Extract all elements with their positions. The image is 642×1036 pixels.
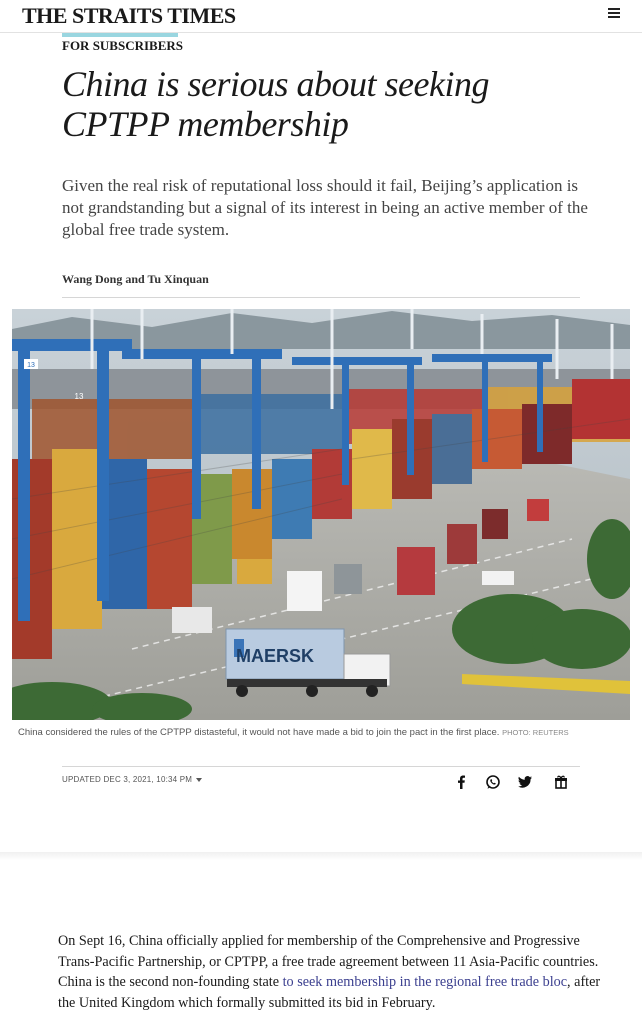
updated-timestamp[interactable]: UPDATED DEC 3, 2021, 10:34 PM xyxy=(62,775,203,784)
chevron-down-icon[interactable] xyxy=(196,777,203,782)
gift-icon[interactable] xyxy=(553,774,569,790)
site-logo[interactable]: THE STRAITS TIMES xyxy=(22,3,236,29)
updated-text: UPDATED DEC 3, 2021, 10:34 PM xyxy=(62,775,193,784)
article-byline[interactable]: Wang Dong and Tu Xinquan xyxy=(62,272,209,287)
photo-credit: PHOTO: REUTERS xyxy=(502,728,569,737)
article-body-paragraph: On Sept 16, China officially applied for… xyxy=(58,931,618,1013)
caption-text: China considered the rules of the CPTPP … xyxy=(18,727,500,738)
crane-label: 13 xyxy=(75,392,84,401)
crane-label: 13 xyxy=(27,362,35,369)
maersk-logo-text: MAERSK xyxy=(236,646,314,666)
divider xyxy=(62,297,580,298)
subscriber-kicker: FOR SUBSCRIBERS xyxy=(62,33,184,53)
inline-article-link[interactable]: to seek membership in the regional free … xyxy=(283,974,567,990)
facebook-icon[interactable] xyxy=(453,774,469,790)
divider xyxy=(62,766,580,767)
article-photo: 13 13 MAERSK xyxy=(12,309,630,720)
masthead: THE STRAITS TIMES xyxy=(0,0,642,33)
whatsapp-icon[interactable] xyxy=(485,774,501,790)
photo-caption: China considered the rules of the CPTPP … xyxy=(18,727,628,738)
twitter-icon[interactable] xyxy=(517,774,533,790)
article-title: China is serious about seeking CPTPP mem… xyxy=(62,64,489,144)
section-divider xyxy=(0,852,642,860)
article-standfirst: Given the real risk of reputational loss… xyxy=(62,176,588,239)
hamburger-menu-icon[interactable] xyxy=(608,8,622,20)
